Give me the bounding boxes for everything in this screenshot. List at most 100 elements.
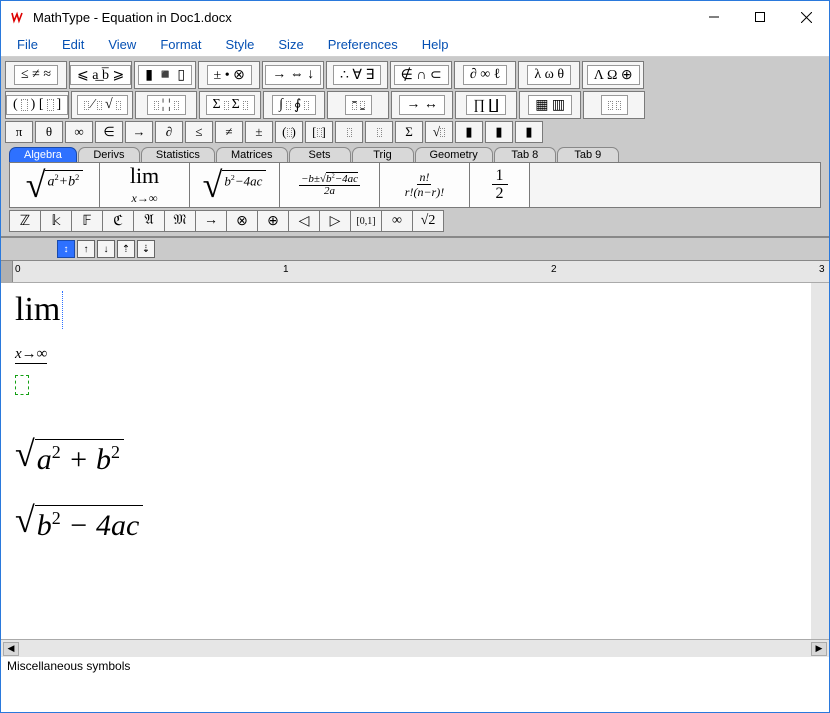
- tab-matrices[interactable]: Matrices: [216, 147, 288, 162]
- menu-view[interactable]: View: [96, 34, 148, 55]
- equation-discriminant[interactable]: √b2 − 4ac: [15, 505, 143, 543]
- tpl-m3[interactable]: ▮: [515, 121, 543, 143]
- palette-sum[interactable]: Σ Σ: [199, 91, 261, 119]
- sym-inf[interactable]: ∞: [65, 121, 93, 143]
- palette-operator[interactable]: ± • ⊗: [198, 61, 260, 89]
- palette-embellish[interactable]: ▮ ◾ ▯: [134, 61, 196, 89]
- tab-9[interactable]: Tab 9: [557, 147, 619, 162]
- scroll-right-button[interactable]: ▶: [811, 642, 827, 656]
- sym-pm[interactable]: ±: [245, 121, 273, 143]
- palette-set[interactable]: ∉ ∩ ⊂: [390, 61, 452, 89]
- tpl-slot2[interactable]: [365, 121, 393, 143]
- tpl-discriminant[interactable]: √b2−4ac: [190, 163, 280, 207]
- tab-8[interactable]: Tab 8: [494, 147, 556, 162]
- sym-Z[interactable]: ℤ: [9, 210, 41, 232]
- palette-products[interactable]: ∏ ∐: [455, 91, 517, 119]
- ruler[interactable]: 0 1 2 3: [1, 261, 829, 283]
- align-btn-5[interactable]: ⇣: [137, 240, 155, 258]
- tabs-row: Algebra Derivs Statistics Matrices Sets …: [9, 147, 825, 162]
- menu-style[interactable]: Style: [213, 34, 266, 55]
- menu-format[interactable]: Format: [148, 34, 213, 55]
- palette-arrows[interactable]: → ⇔ ↓: [262, 61, 324, 89]
- minimize-button[interactable]: [691, 1, 737, 33]
- tpl-empty[interactable]: [530, 163, 820, 207]
- menu-file[interactable]: File: [5, 34, 50, 55]
- tpl-binomial[interactable]: n! r!(n−r)!: [380, 163, 470, 207]
- sym-pi[interactable]: π: [5, 121, 33, 143]
- tpl-slot1[interactable]: [335, 121, 363, 143]
- ruler-2: 2: [551, 264, 557, 275]
- menu-size[interactable]: Size: [266, 34, 315, 55]
- sym-k[interactable]: 𝕜: [40, 210, 72, 232]
- palette-greek-lower[interactable]: λ ω θ: [518, 61, 580, 89]
- sym-ne[interactable]: ≠: [215, 121, 243, 143]
- sym-otimes[interactable]: ⊗: [226, 210, 258, 232]
- tpl-m2[interactable]: ▮: [485, 121, 513, 143]
- palette-spaces[interactable]: ⩽ a͟ b̅ ⩾: [69, 61, 132, 89]
- equation-limit[interactable]: lim x→∞: [15, 291, 63, 367]
- palette-matrix[interactable]: ▦ ▥: [519, 91, 581, 119]
- palette-fence[interactable]: () []: [5, 91, 69, 119]
- palette-label-arrow[interactable]: → ↔: [391, 91, 453, 119]
- menu-preferences[interactable]: Preferences: [316, 34, 410, 55]
- tool-panel: ≤ ≠ ≈ ⩽ a͟ b̅ ⩾ ▮ ◾ ▯ ± • ⊗ → ⇔ ↓ ∴ ∀ ∃ …: [1, 57, 829, 237]
- sym-arrow[interactable]: →: [125, 121, 153, 143]
- palette-logical[interactable]: ∴ ∀ ∃: [326, 61, 388, 89]
- tab-statistics[interactable]: Statistics: [141, 147, 215, 162]
- palette-overbar[interactable]: [327, 91, 389, 119]
- sym-inf2[interactable]: ∞: [381, 210, 413, 232]
- palette-boxes[interactable]: [583, 91, 645, 119]
- sym-oplus[interactable]: ⊕: [257, 210, 289, 232]
- tpl-m1[interactable]: ▮: [455, 121, 483, 143]
- tab-trig[interactable]: Trig: [352, 147, 414, 162]
- empty-slot-placeholder[interactable]: [15, 375, 29, 395]
- tpl-sqrt[interactable]: √: [425, 121, 453, 143]
- palette-relational[interactable]: ≤ ≠ ≈: [5, 61, 67, 89]
- sym-le[interactable]: ≤: [185, 121, 213, 143]
- menu-edit[interactable]: Edit: [50, 34, 96, 55]
- align-btn-1[interactable]: ↕: [57, 240, 75, 258]
- tab-geometry[interactable]: Geometry: [415, 147, 493, 162]
- palette-integral[interactable]: ∫ ∮: [263, 91, 325, 119]
- sym-ltri[interactable]: ◁: [288, 210, 320, 232]
- scroll-up-button[interactable]: ▲: [811, 283, 829, 301]
- tpl-half[interactable]: 12: [470, 163, 530, 207]
- sym-F[interactable]: 𝔽: [71, 210, 103, 232]
- tpl-sum[interactable]: Σ: [395, 121, 423, 143]
- scroll-down-button[interactable]: ▼: [811, 621, 829, 639]
- sym-A[interactable]: 𝔄: [133, 210, 165, 232]
- palette-subsup[interactable]: ¦ ¦: [135, 91, 197, 119]
- tpl-bracket[interactable]: []: [305, 121, 333, 143]
- sym-arrow2[interactable]: →: [195, 210, 227, 232]
- symbol-bar: ℤ 𝕜 𝔽 ℭ 𝔄 𝔐 → ⊗ ⊕ ◁ ▷ [0,1] ∞ √2: [9, 210, 821, 232]
- scroll-left-button[interactable]: ◀: [3, 642, 19, 656]
- palette-greek-upper[interactable]: Λ Ω ⊕: [582, 61, 644, 89]
- horizontal-scrollbar[interactable]: ◀ ▶: [1, 639, 829, 657]
- sym-rtri[interactable]: ▷: [319, 210, 351, 232]
- tab-algebra[interactable]: Algebra: [9, 147, 77, 162]
- status-text: Miscellaneous symbols: [7, 659, 130, 673]
- tab-derivs[interactable]: Derivs: [78, 147, 140, 162]
- menu-help[interactable]: Help: [410, 34, 461, 55]
- sym-sqrt2[interactable]: √2: [412, 210, 444, 232]
- equation-sqrt-ab[interactable]: √a2 + b2: [15, 439, 124, 477]
- tpl-sqrt-ab[interactable]: √a2+b2: [10, 163, 100, 207]
- palette-misc[interactable]: ∂ ∞ ℓ: [454, 61, 516, 89]
- tab-sets[interactable]: Sets: [289, 147, 351, 162]
- sym-C[interactable]: ℭ: [102, 210, 134, 232]
- maximize-button[interactable]: [737, 1, 783, 33]
- close-button[interactable]: [783, 1, 829, 33]
- palette-frac-root[interactable]: ⁄ √: [71, 91, 133, 119]
- equation-editor[interactable]: ▲ ▼ lim x→∞ √a2 + b2 √b2 − 4ac: [1, 283, 829, 639]
- sym-partial[interactable]: ∂: [155, 121, 183, 143]
- tpl-limit[interactable]: lim x→∞: [100, 163, 190, 207]
- sym-in[interactable]: ∈: [95, 121, 123, 143]
- tpl-quadratic[interactable]: −b±√b2−4ac 2a: [280, 163, 380, 207]
- align-btn-3[interactable]: ↓: [97, 240, 115, 258]
- sym-interval[interactable]: [0,1]: [350, 210, 382, 232]
- tpl-paren[interactable]: (): [275, 121, 303, 143]
- sym-M[interactable]: 𝔐: [164, 210, 196, 232]
- sym-theta[interactable]: θ: [35, 121, 63, 143]
- align-btn-4[interactable]: ⇡: [117, 240, 135, 258]
- align-btn-2[interactable]: ↑: [77, 240, 95, 258]
